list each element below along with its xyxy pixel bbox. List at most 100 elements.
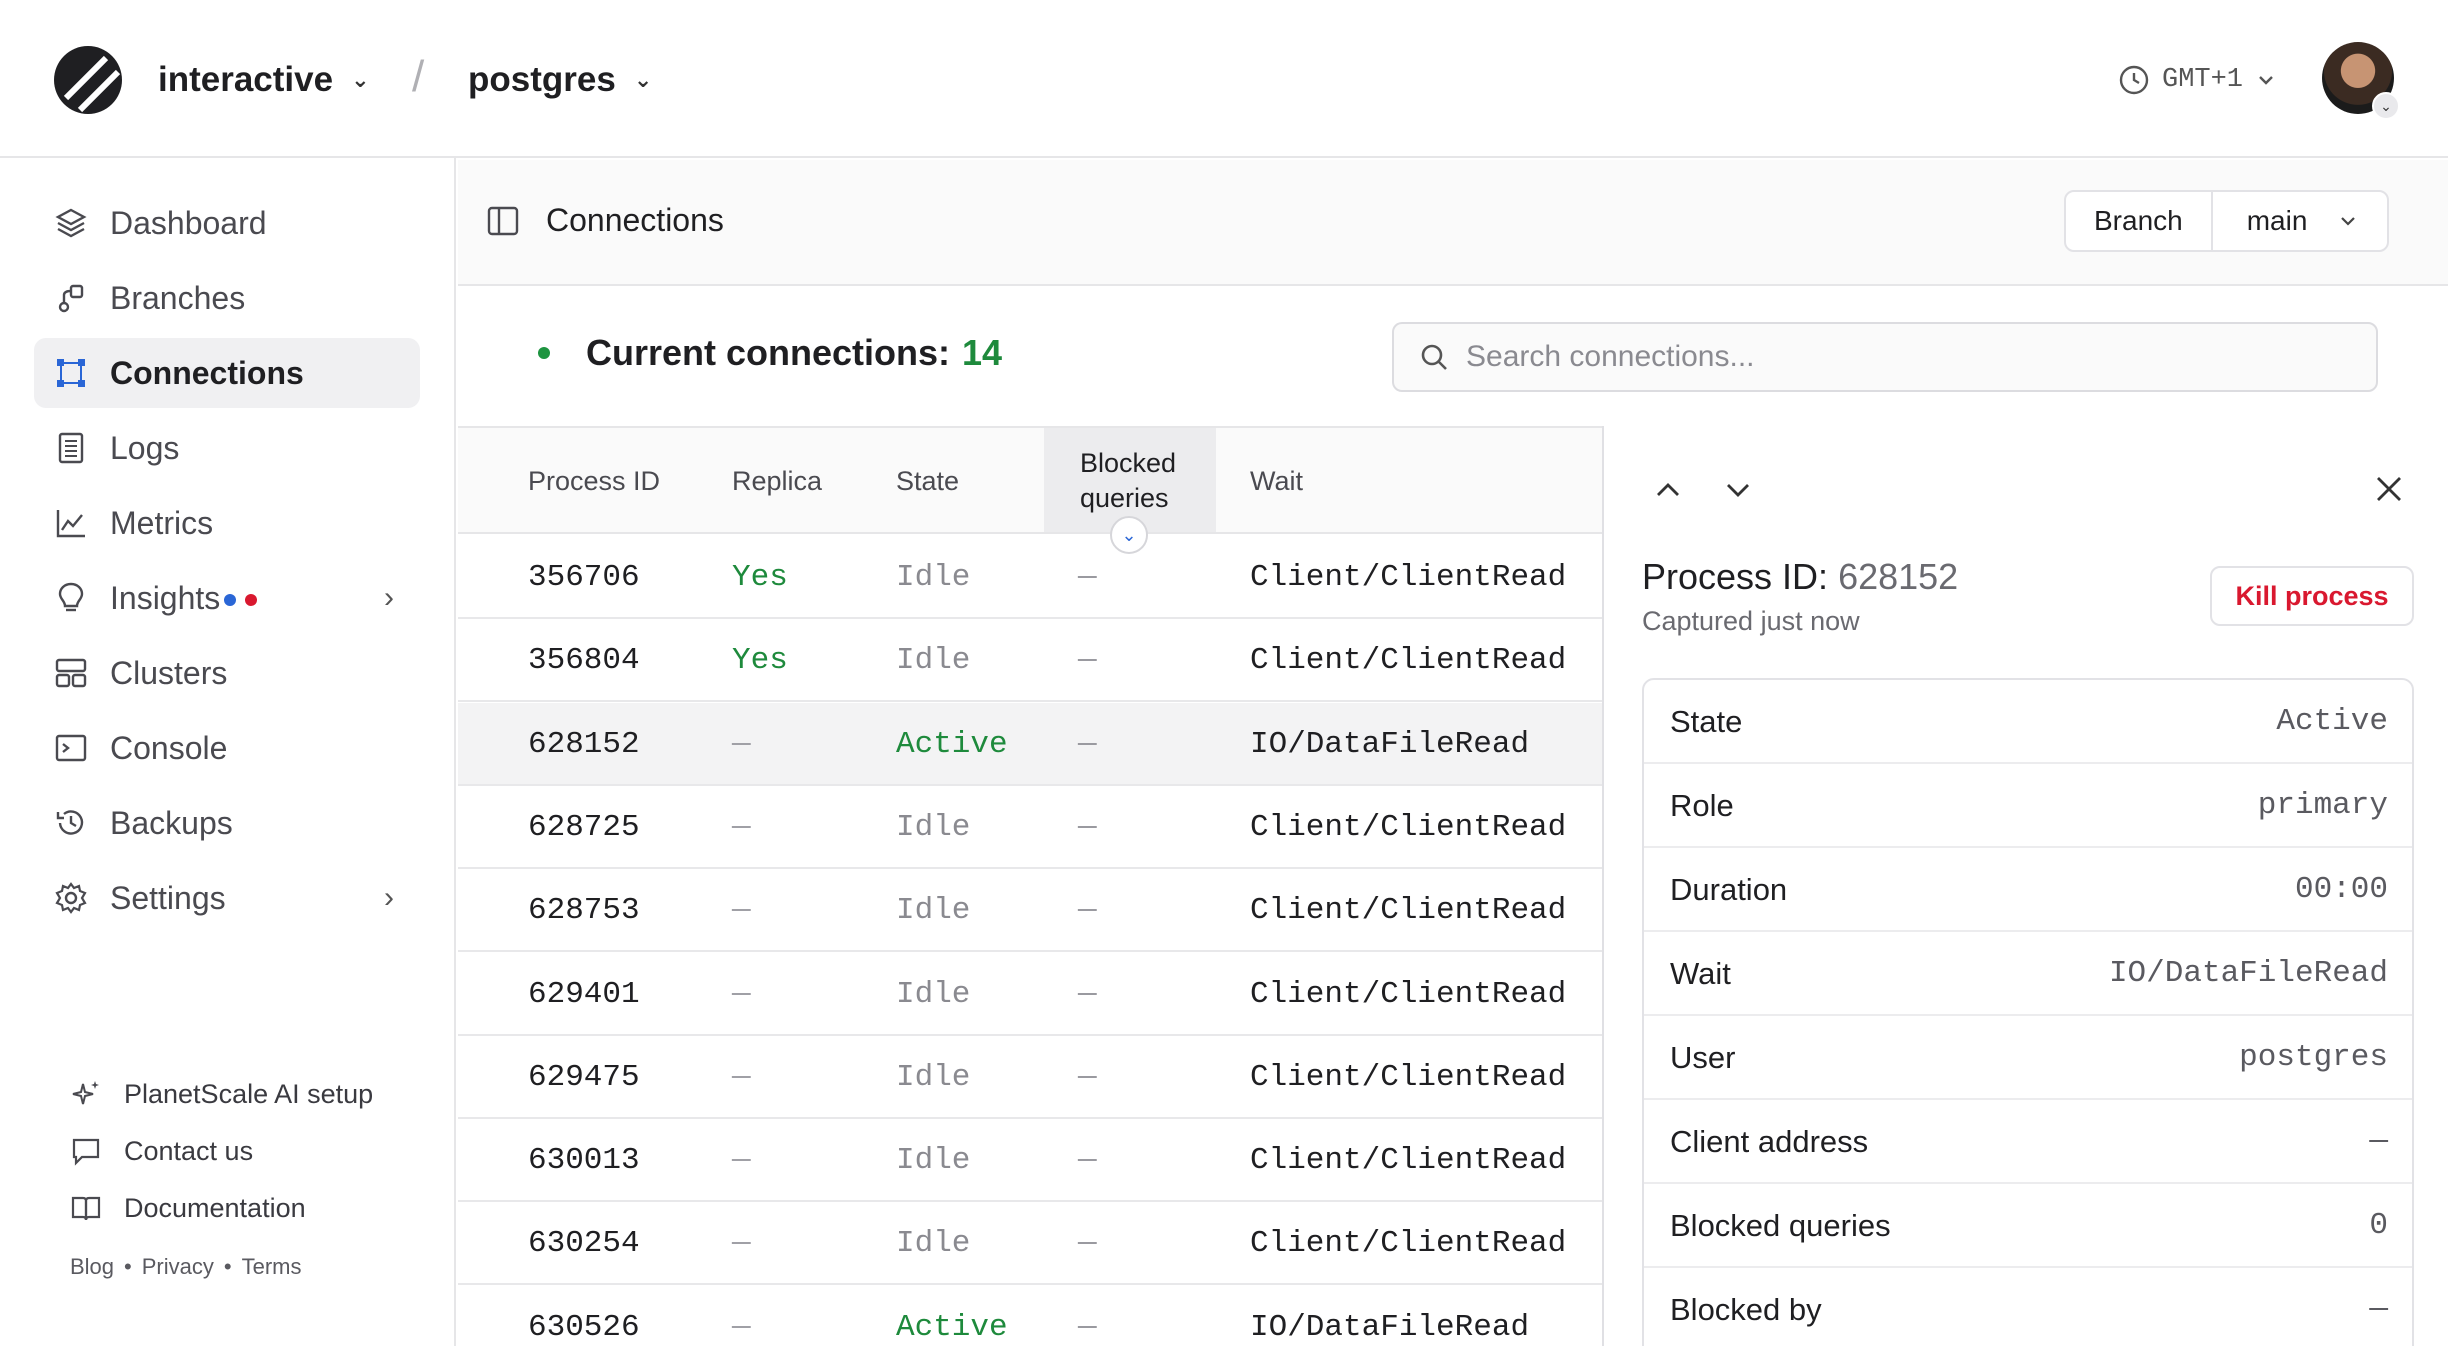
contact-us-link[interactable]: Contact us [70, 1129, 253, 1173]
cell-wait: Client/ClientRead [1250, 809, 1567, 845]
search-input[interactable] [1466, 340, 2366, 374]
chevron-right-icon: › [384, 881, 394, 914]
cell-blocked-queries: — [1078, 1309, 1097, 1345]
legal-separator: • [223, 1254, 232, 1279]
column-header-process-id[interactable]: Process ID [528, 466, 660, 497]
cell-blocked-queries: — [1078, 976, 1097, 1012]
chevron-down-icon[interactable] [1720, 472, 1756, 508]
current-connections-summary: Current connections: 14 [538, 332, 1002, 374]
column-header-state[interactable]: State [896, 466, 959, 497]
process-title: Process ID: 628152 [1642, 556, 1958, 598]
blog-link[interactable]: Blog [70, 1254, 114, 1280]
sidebar-item-dashboard[interactable]: Dashboard [34, 188, 420, 258]
cell-blocked-queries: — [1078, 1226, 1097, 1262]
table-row[interactable]: 629401 — Idle — Client/ClientRead [458, 953, 1604, 1036]
cell-state: Idle [896, 1226, 971, 1262]
clusters-icon [55, 658, 87, 688]
table-row[interactable]: 630526 — Active — IO/DataFileRead [458, 1286, 1604, 1346]
table-row[interactable]: 356804 Yes Idle — Client/ClientRead [458, 619, 1604, 703]
terminal-icon [55, 734, 87, 762]
column-header-replica[interactable]: Replica [732, 466, 822, 497]
cell-replica: — [732, 1226, 751, 1262]
sidebar-item-insights[interactable]: Insights › [34, 563, 420, 633]
table-row[interactable]: 628725 — Idle — Client/ClientRead [458, 786, 1604, 869]
cell-replica: Yes [732, 643, 788, 679]
avatar-chevron-icon[interactable]: ⌄ [2372, 92, 2400, 120]
sidebar-item-branches[interactable]: Branches [34, 263, 420, 333]
cell-process-id: 356804 [528, 643, 640, 679]
documentation-link[interactable]: Documentation [70, 1186, 306, 1230]
cell-state: Idle [896, 893, 971, 929]
planetscale-logo-icon[interactable] [52, 44, 124, 116]
footer-link-label: Documentation [124, 1192, 306, 1223]
cell-wait: Client/ClientRead [1250, 1143, 1567, 1179]
timezone-label: GMT+1 [2162, 65, 2244, 95]
search-connections[interactable] [1392, 322, 2378, 392]
sidebar-item-console[interactable]: Console [34, 713, 420, 783]
org-switcher[interactable]: interactive ⌄ [158, 52, 370, 108]
detail-value: primary [2257, 788, 2388, 823]
detail-value: 0 [2369, 1208, 2388, 1243]
logs-icon [58, 432, 84, 464]
chevron-down-icon [2341, 217, 2356, 226]
close-icon[interactable] [2370, 470, 2408, 508]
page-title: Connections [546, 202, 724, 238]
cell-replica: Yes [732, 560, 788, 595]
privacy-link[interactable]: Privacy [142, 1254, 214, 1280]
sidebar-item-metrics[interactable]: Metrics [34, 488, 420, 558]
sidebar-item-logs[interactable]: Logs [34, 413, 420, 483]
sidebar: Dashboard Branches Connections Logs Metr… [0, 158, 456, 1346]
table-row[interactable]: 630013 — Idle — Client/ClientRead [458, 1119, 1604, 1203]
table-row[interactable]: 630254 — Idle — Client/ClientRead [458, 1202, 1604, 1286]
column-header-wait[interactable]: Wait [1250, 466, 1303, 497]
sidebar-item-label: Console [110, 729, 228, 766]
database-switcher[interactable]: postgres ⌄ [468, 52, 652, 108]
backup-icon [56, 810, 84, 835]
table-row[interactable]: 629475 — Idle — Client/ClientRead [458, 1036, 1604, 1119]
footer-link-label: Contact us [124, 1135, 254, 1166]
table-row[interactable]: 628152 — Active — IO/DataFileRead [458, 702, 1604, 786]
connections-icon [57, 359, 85, 387]
cell-process-id: 629475 [528, 1059, 640, 1095]
branch-icon [58, 284, 84, 313]
detail-key: Client address [1670, 1124, 1869, 1159]
sidebar-item-label: Clusters [110, 654, 228, 691]
cell-replica: — [732, 1309, 751, 1345]
cell-state: Active [896, 726, 1008, 762]
detail-row-wait: Wait IO/DataFileRead [1644, 932, 2412, 1016]
table-row[interactable]: 356706 Yes Idle — Client/ClientRead [458, 536, 1604, 619]
table-row[interactable]: 628753 — Idle — Client/ClientRead [458, 869, 1604, 953]
database-name: postgres [468, 60, 616, 99]
sidebar-item-label: Logs [110, 429, 180, 466]
chevron-down-icon: ⌄ [351, 67, 370, 92]
cell-wait: Client/ClientRead [1250, 893, 1567, 929]
timezone-selector[interactable]: GMT+1 [2118, 58, 2277, 102]
sidebar-item-settings[interactable]: Settings › [34, 863, 420, 933]
cell-state: Idle [896, 809, 971, 845]
sidebar-item-backups[interactable]: Backups [34, 788, 420, 858]
metrics-icon [56, 510, 85, 538]
chat-icon [72, 1138, 100, 1166]
cell-wait: Client/ClientRead [1250, 976, 1567, 1012]
cell-blocked-queries: — [1078, 643, 1097, 679]
detail-key: State [1670, 704, 1743, 739]
detail-key: Role [1670, 788, 1734, 823]
sidebar-toggle-icon[interactable] [486, 204, 520, 238]
detail-row-blocked-queries: Blocked queries 0 [1644, 1184, 2412, 1268]
sidebar-item-clusters[interactable]: Clusters [34, 638, 420, 708]
planetscale-ai-setup-link[interactable]: PlanetScale AI setup [70, 1072, 373, 1116]
sidebar-item-connections[interactable]: Connections [34, 338, 420, 408]
branch-dropdown[interactable]: main [2213, 192, 2388, 250]
branch-selector[interactable]: Branch main [2064, 190, 2390, 252]
terms-link[interactable]: Terms [242, 1254, 302, 1280]
cell-process-id: 628152 [528, 726, 640, 762]
detail-value: Active [2276, 704, 2388, 739]
cell-state: Active [896, 1309, 1008, 1345]
notification-dot-blue [224, 594, 236, 606]
insights-notification-dots [224, 577, 257, 614]
kill-process-button[interactable]: Kill process [2210, 566, 2414, 626]
book-icon [71, 1196, 101, 1221]
chevron-up-icon[interactable] [1650, 472, 1686, 508]
layers-icon [55, 208, 87, 238]
cell-blocked-queries: — [1078, 560, 1097, 595]
